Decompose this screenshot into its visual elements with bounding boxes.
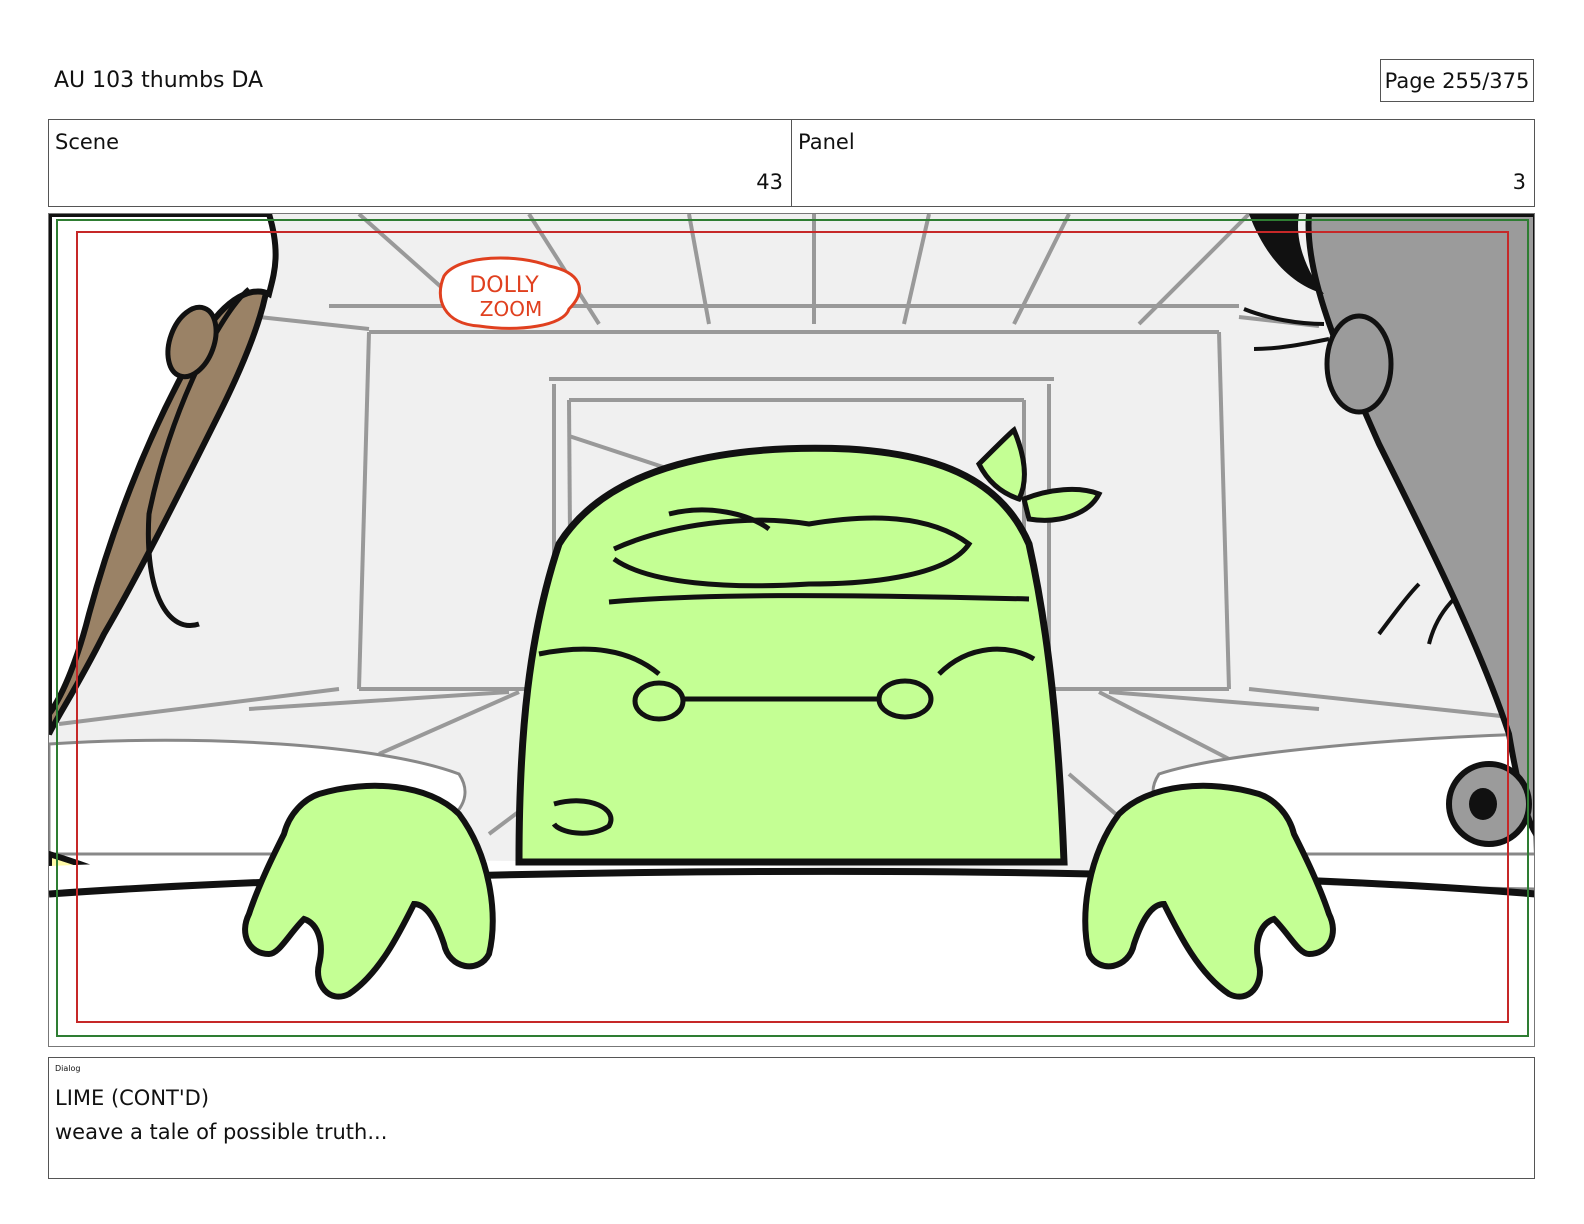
page-indicator: Page 255/375 (1380, 59, 1534, 102)
dolly-text: DOLLY (469, 273, 539, 298)
lime-character (515, 444, 1068, 866)
panel-cell: Panel 3 (791, 120, 1534, 206)
zoom-text: ZOOM (480, 297, 542, 321)
dialog-line: weave a tale of possible truth... (55, 1120, 388, 1144)
document-title: AU 103 thumbs DA (54, 68, 264, 93)
panel-label: Panel (798, 130, 855, 154)
scene-panel-info: Scene 43 Panel 3 (48, 119, 1535, 207)
scene-cell: Scene 43 (49, 120, 791, 206)
dolly-zoom-note: DOLLY ZOOM (438, 256, 581, 330)
dialog-speaker: LIME (CONT'D) (55, 1086, 210, 1110)
scene-number: 43 (756, 170, 783, 194)
dialog-tag: Dialog (55, 1064, 81, 1073)
scene-label: Scene (55, 130, 120, 154)
storyboard-panel: DOLLY ZOOM (48, 213, 1535, 1047)
dialog-box: Dialog LIME (CONT'D) weave a tale of pos… (48, 1057, 1535, 1179)
storyboard-drawing: DOLLY ZOOM (49, 214, 1534, 1046)
panel-number: 3 (1512, 170, 1526, 194)
